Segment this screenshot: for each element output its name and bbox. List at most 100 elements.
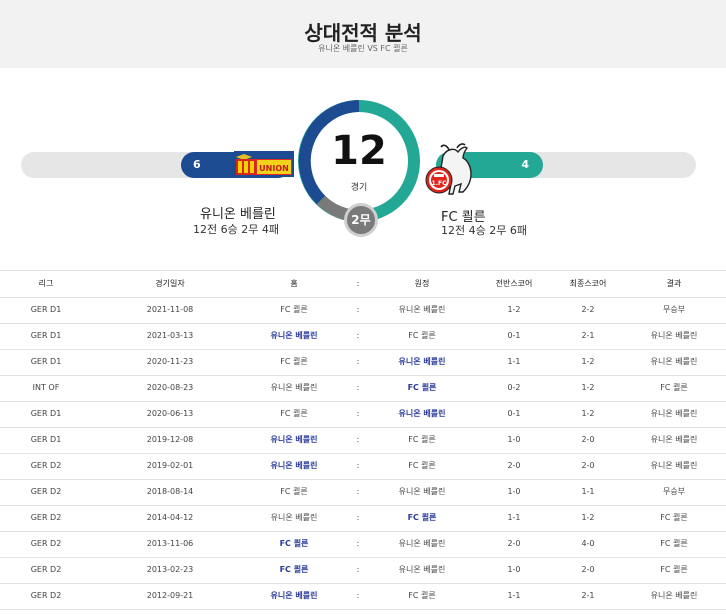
row-half-score: 1-0 (507, 435, 521, 444)
row-date: 2019-12-08 (146, 435, 194, 444)
row-final-score: 1-2 (581, 383, 595, 392)
row-separator: : (356, 513, 360, 522)
total-matches: 12 (331, 128, 387, 174)
row-half-score: 1-2 (507, 305, 521, 314)
header-half-score: 전반스코어 (495, 279, 533, 288)
row-half-score: 1-1 (507, 513, 521, 522)
row-result: 유니온 베를린 (650, 331, 698, 340)
row-separator: : (356, 461, 360, 470)
row-league: GER D2 (30, 461, 62, 470)
row-result: 무승부 (662, 487, 686, 496)
row-final-score: 2-1 (581, 331, 595, 340)
table-row: GER D1 2021-03-13 유니온 베를린: FC 쾰른 0-1 2-1 유니온 베… (0, 323, 726, 350)
svg-text:1.FC: 1.FC (432, 180, 448, 187)
header-date: 경기일자 (155, 279, 185, 288)
row-result: 유니온 베를린 (650, 461, 698, 470)
row-league: GER D1 (30, 435, 62, 444)
row-league: GER D1 (30, 305, 62, 314)
header-separator: : (356, 279, 360, 288)
away-team-record: 12전 4승 2무 6패 (441, 224, 527, 237)
svg-text:UNION: UNION (259, 164, 289, 173)
row-date: 2012-09-21 (146, 591, 194, 600)
row-half-score: 2-0 (507, 461, 521, 470)
row-away-team: FC 쾰른 (407, 513, 437, 522)
row-separator: : (356, 305, 360, 314)
row-league: INT OF (32, 383, 60, 392)
row-separator: : (356, 409, 360, 418)
row-separator: : (356, 591, 360, 600)
home-team-name: 유니온 베를린 (200, 207, 276, 222)
page-header: 상대전적 분석 유니온 베를린 VS FC 쾰른 (0, 0, 726, 68)
row-away-team: 유니온 베를린 (398, 539, 446, 548)
row-away-team: 유니온 베를린 (398, 565, 446, 574)
table-row: INT OF 2020-08-23 유니온 베를린: FC 쾰른 0-2 1-2 FC 쾰른 (0, 375, 726, 402)
table-row: GER D1 2019-12-08 유니온 베를린: FC 쾰른 1-0 2-0 유니온 베… (0, 427, 726, 454)
row-date: 2019-02-01 (146, 461, 194, 470)
row-result: 무승부 (662, 305, 686, 314)
row-away-team: 유니온 베를린 (398, 357, 446, 366)
row-home-team: FC 쾰른 (280, 409, 308, 418)
home-wins-count: 6 (193, 158, 201, 171)
row-away-team: FC 쾰른 (408, 461, 436, 470)
header-away: 원정 (414, 279, 430, 288)
row-separator: : (356, 539, 360, 548)
home-team-record: 12전 6승 2무 4패 (193, 223, 279, 236)
row-half-score: 0-2 (507, 383, 521, 392)
table-row: GER D2 2012-09-21 유니온 베를린: FC 쾰른 1-1 2-1 유니온 베… (0, 583, 726, 610)
row-home-team: 유니온 베를린 (270, 513, 318, 522)
row-date: 2018-08-14 (146, 487, 194, 496)
row-home-team: FC 쾰른 (280, 487, 308, 496)
row-final-score: 2-0 (581, 461, 595, 470)
head-to-head-table: 리그 경기일자 홈 : 원정 전반스코어 최종스코어 결과 GER D1 2021… (0, 270, 726, 610)
row-result: FC 쾰른 (660, 513, 688, 522)
row-home-team: 유니온 베를린 (270, 331, 318, 340)
row-home-team: FC 쾰른 (279, 565, 309, 574)
row-date: 2020-11-23 (146, 357, 194, 366)
row-league: GER D1 (30, 409, 62, 418)
row-away-team: 유니온 베를린 (398, 305, 446, 314)
row-home-team: 유니온 베를린 (270, 461, 318, 470)
row-result: 유니온 베를린 (650, 435, 698, 444)
table-row: GER D1 2021-11-08 FC 쾰른: 유니온 베를린 1-2 2-2 무승부 (0, 297, 726, 324)
table-header-row: 리그 경기일자 홈 : 원정 전반스코어 최종스코어 결과 (0, 271, 726, 298)
row-result: 유니온 베를린 (650, 591, 698, 600)
row-separator: : (356, 565, 360, 574)
row-home-team: 유니온 베를린 (270, 591, 318, 600)
row-league: GER D2 (30, 591, 62, 600)
row-away-team: 유니온 베를린 (398, 409, 446, 418)
row-final-score: 2-1 (581, 591, 595, 600)
table-row: GER D2 2018-08-14 FC 쾰른: 유니온 베를린 1-0 1-1 무승부 (0, 479, 726, 506)
row-date: 2021-11-08 (146, 305, 194, 314)
row-home-team: FC 쾰른 (280, 357, 308, 366)
page-title: 상대전적 분석 (304, 21, 422, 45)
row-away-team: FC 쾰른 (408, 435, 436, 444)
row-date: 2013-02-23 (146, 565, 194, 574)
row-final-score: 4-0 (581, 539, 595, 548)
row-separator: : (356, 435, 360, 444)
table-row: GER D2 2014-04-12 유니온 베를린: FC 쾰른 1-1 1-2 FC 쾰른 (0, 505, 726, 532)
row-result: 유니온 베를린 (650, 357, 698, 366)
row-home-team: 유니온 베를린 (270, 435, 318, 444)
row-half-score: 1-0 (507, 487, 521, 496)
draws-badge: 2무 (344, 203, 378, 237)
row-date: 2014-04-12 (146, 513, 194, 522)
row-final-score: 1-2 (581, 357, 595, 366)
row-away-team: FC 쾰른 (408, 591, 436, 600)
row-home-team: FC 쾰른 (280, 305, 308, 314)
row-final-score: 1-2 (581, 513, 595, 522)
row-final-score: 1-1 (581, 487, 595, 496)
table-row: GER D2 2013-02-23 FC 쾰른: 유니온 베를린 1-0 2-0 FC 쾰른 (0, 557, 726, 584)
header-result: 결과 (666, 279, 682, 288)
row-home-team: FC 쾰른 (279, 539, 309, 548)
table-row: GER D2 2019-02-01 유니온 베를린: FC 쾰른 2-0 2-0 유니온 베… (0, 453, 726, 480)
row-league: GER D2 (30, 487, 62, 496)
row-half-score: 1-1 (507, 357, 521, 366)
row-result: 유니온 베를린 (650, 409, 698, 418)
row-half-score: 0-1 (507, 409, 521, 418)
row-final-score: 1-2 (581, 409, 595, 418)
row-final-score: 2-0 (581, 435, 595, 444)
header-home: 홈 (290, 279, 298, 288)
table-row: GER D2 2013-11-06 FC 쾰른: 유니온 베를린 2-0 4-0 FC 쾰른 (0, 531, 726, 558)
row-final-score: 2-2 (581, 305, 595, 314)
row-separator: : (356, 383, 360, 392)
